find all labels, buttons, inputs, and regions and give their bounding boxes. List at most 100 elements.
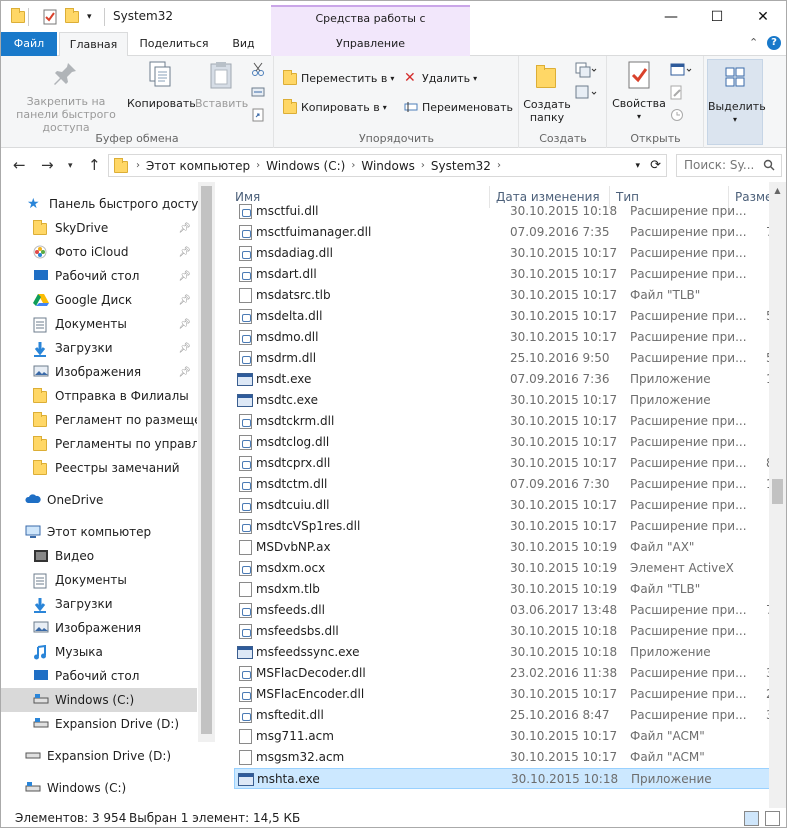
new-item-icon[interactable] (575, 62, 597, 81)
open-icon[interactable] (670, 62, 692, 81)
pin-icon[interactable]: 📌︎ (178, 247, 191, 258)
tab-file[interactable]: Файл (1, 32, 57, 56)
nav-item[interactable]: SkyDrive 📌︎ (33, 216, 197, 240)
breadcrumb-this-pc[interactable]: Этот компьютер (140, 159, 256, 173)
nav-item[interactable]: Фото iCloud 📌︎ (33, 240, 197, 264)
file-row[interactable]: msdtctm.dll 07.09.2016 7:30 Расширение п… (234, 474, 786, 495)
file-row[interactable]: MSFlacEncoder.dll 30.10.2015 10:17 Расши… (234, 684, 786, 705)
copy-to-button[interactable]: Копировать в ▾ (283, 97, 387, 117)
tab-manage[interactable]: Управление (271, 32, 470, 56)
file-row[interactable]: mshta.exe 30.10.2015 10:18 Приложение (234, 768, 786, 789)
pin-icon[interactable]: 📌︎ (178, 367, 191, 378)
select-button[interactable]: Выделить ▾ (707, 59, 766, 145)
nav-pc-item[interactable]: Видео (1, 544, 197, 568)
file-row[interactable]: msdrm.dll 25.10.2016 9:50 Расширение при… (234, 348, 786, 369)
nav-scrollbar-thumb[interactable] (201, 186, 212, 734)
move-to-button[interactable]: Переместить в ▾ (283, 68, 394, 88)
file-row[interactable]: msdtckrm.dll 30.10.2015 10:17 Расширение… (234, 411, 786, 432)
forward-arrow-icon[interactable]: → (41, 156, 54, 174)
nav-expansion-drive[interactable]: Expansion Drive (D:) (25, 744, 221, 768)
file-row[interactable]: msdmo.dll 30.10.2015 10:17 Расширение пр… (234, 327, 786, 348)
maximize-button[interactable]: ☐ (694, 1, 740, 32)
file-row[interactable]: msgsm32.acm 30.10.2015 10:17 Файл "ACM" (234, 747, 786, 768)
tab-view[interactable]: Вид (221, 32, 266, 56)
refresh-icon[interactable]: ⟳ (650, 158, 661, 173)
recent-dropdown-icon[interactable]: ▾ (68, 161, 73, 171)
easy-access-icon[interactable] (575, 85, 597, 104)
file-row[interactable]: msdatsrc.tlb 30.10.2015 10:17 Файл "TLB" (234, 285, 786, 306)
nav-this-pc[interactable]: Этот компьютер (25, 520, 221, 544)
up-arrow-icon[interactable]: ↑ (88, 156, 101, 174)
minimize-button[interactable]: — (648, 1, 694, 32)
list-scrollbar[interactable]: ▲ (769, 182, 786, 808)
collapse-ribbon-icon[interactable]: ⌃ (749, 36, 758, 49)
file-row[interactable]: msctfui.dll 30.10.2015 10:18 Расширение … (234, 201, 786, 222)
pin-quick-access-button[interactable]: Закрепить на панели быстрого доступа (7, 60, 125, 134)
cut-icon[interactable] (251, 62, 265, 79)
file-row[interactable]: msfeedssync.exe 30.10.2015 10:18 Приложе… (234, 642, 786, 663)
file-row[interactable]: msdxm.ocx 30.10.2015 10:19 Элемент Activ… (234, 558, 786, 579)
file-row[interactable]: msdxm.tlb 30.10.2015 10:19 Файл "TLB" (234, 579, 786, 600)
file-row[interactable]: MSFlacDecoder.dll 23.02.2016 11:38 Расши… (234, 663, 786, 684)
breadcrumb-system32[interactable]: System32 (425, 159, 497, 173)
file-row[interactable]: msdtc.exe 30.10.2015 10:17 Приложение (234, 390, 786, 411)
nav-item[interactable]: Изображения 📌︎ (33, 360, 197, 384)
paste-button[interactable]: Вставить (195, 60, 248, 110)
nav-pc-item[interactable]: Загрузки (1, 592, 197, 616)
pin-icon[interactable]: 📌︎ (178, 271, 191, 282)
nav-item[interactable]: Регламент по размещени (33, 408, 197, 432)
file-row[interactable]: msg711.acm 30.10.2015 10:17 Файл "ACM" (234, 726, 786, 747)
file-row[interactable]: msftedit.dll 25.10.2016 8:47 Расширение … (234, 705, 786, 726)
nav-pc-item[interactable]: Изображения (1, 616, 197, 640)
file-row[interactable]: msdtcuiu.dll 30.10.2015 10:17 Расширение… (234, 495, 786, 516)
file-row[interactable]: msctfuimanager.dll 07.09.2016 7:35 Расши… (234, 222, 786, 243)
pin-icon[interactable]: 📌︎ (178, 295, 191, 306)
nav-pc-item[interactable]: Музыка (1, 640, 197, 664)
properties-button[interactable]: Свойства ▾ (610, 60, 668, 123)
file-row[interactable]: msdadiag.dll 30.10.2015 10:17 Расширение… (234, 243, 786, 264)
qa-dropdown-icon[interactable]: ▾ (87, 8, 92, 26)
file-row[interactable]: msdtcprx.dll 30.10.2015 10:17 Расширение… (234, 453, 786, 474)
nav-pc-item[interactable]: Windows (C:) (1, 688, 197, 712)
tab-share[interactable]: Поделиться (132, 32, 216, 56)
copy-button[interactable]: Копировать (127, 60, 196, 110)
nav-windows-c[interactable]: Windows (C:) (25, 776, 221, 800)
pin-icon[interactable]: 📌︎ (178, 319, 191, 330)
delete-button[interactable]: ✕ Удалить ▾ (404, 68, 477, 88)
nav-pc-item[interactable]: Документы (1, 568, 197, 592)
nav-quick-access[interactable]: ★ Панель быстрого доступа (27, 192, 223, 216)
nav-item[interactable]: Загрузки 📌︎ (33, 336, 197, 360)
file-row[interactable]: msdtclog.dll 30.10.2015 10:17 Расширение… (234, 432, 786, 453)
rename-button[interactable]: Переименовать (404, 97, 513, 117)
nav-item[interactable]: Отправка в Филиалы (33, 384, 197, 408)
nav-item[interactable]: Реестры замечаний (33, 456, 197, 480)
scroll-up-icon[interactable]: ▲ (769, 182, 786, 199)
file-row[interactable]: msdt.exe 07.09.2016 7:36 Приложение 1 5 (234, 369, 786, 390)
tab-home[interactable]: Главная (59, 32, 128, 57)
file-row[interactable]: msdelta.dll 30.10.2015 10:17 Расширение … (234, 306, 786, 327)
nav-pc-item[interactable]: Expansion Drive (D:) (1, 712, 197, 736)
pin-icon[interactable]: 📌︎ (178, 223, 191, 234)
nav-scrollbar[interactable] (198, 182, 215, 742)
address-dropdown-icon[interactable]: ▾ (635, 161, 640, 171)
close-button[interactable]: ✕ (740, 1, 786, 32)
pin-icon[interactable]: 📌︎ (178, 343, 191, 354)
details-view-icon[interactable] (744, 811, 759, 826)
copy-path-icon[interactable] (251, 85, 265, 102)
nav-item[interactable]: Google Диск 📌︎ (33, 288, 197, 312)
breadcrumb-windows[interactable]: Windows (355, 159, 421, 173)
nav-item[interactable]: Регламенты по управлени (33, 432, 197, 456)
address-bar[interactable]: › Этот компьютер › Windows (C:) › Window… (108, 154, 667, 177)
new-folder-button[interactable]: Создать папку (522, 60, 572, 124)
list-scrollbar-thumb[interactable] (772, 479, 783, 504)
file-row[interactable]: msdart.dll 30.10.2015 10:17 Расширение п… (234, 264, 786, 285)
new-folder-qa-icon[interactable] (65, 8, 79, 26)
file-row[interactable]: msfeeds.dll 03.06.2017 13:48 Расширение … (234, 600, 786, 621)
file-row[interactable]: MSDvbNP.ax 30.10.2015 10:19 Файл "AX" (234, 537, 786, 558)
back-arrow-icon[interactable]: ← (13, 156, 26, 174)
large-icons-view-icon[interactable] (765, 811, 780, 826)
breadcrumb-drive-c[interactable]: Windows (C:) (260, 159, 351, 173)
nav-pc-item[interactable]: Рабочий стол (1, 664, 197, 688)
paste-shortcut-icon[interactable] (251, 108, 265, 125)
file-row[interactable]: msdtcVSp1res.dll 30.10.2015 10:17 Расшир… (234, 516, 786, 537)
